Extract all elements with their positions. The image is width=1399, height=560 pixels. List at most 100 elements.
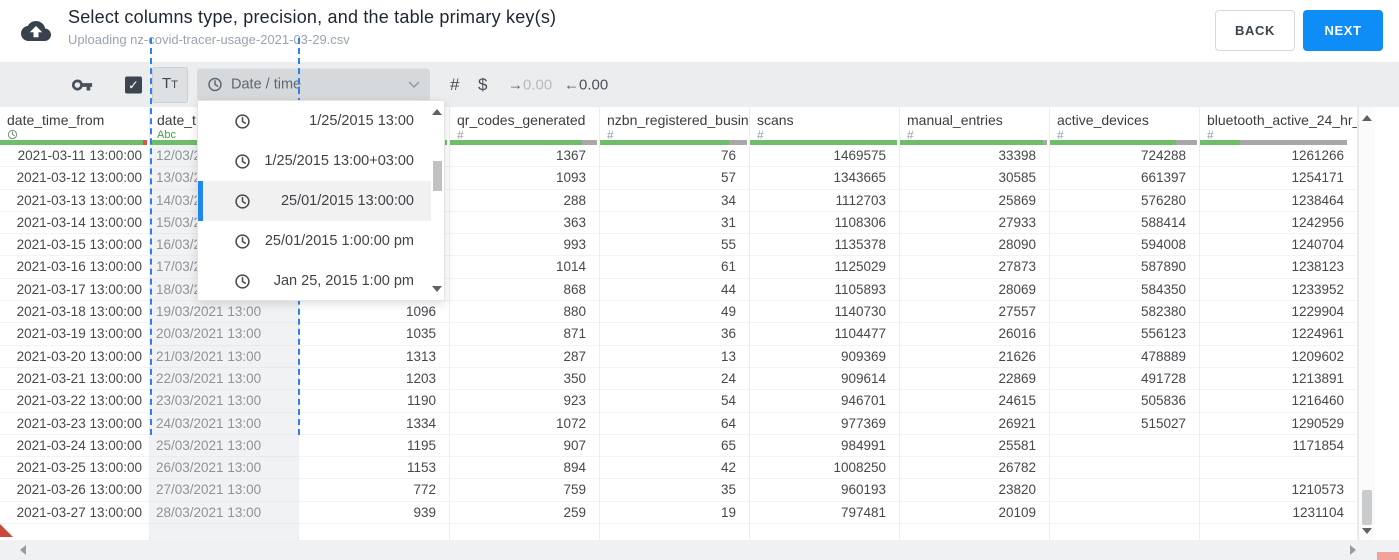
scroll-down-icon[interactable] — [1362, 528, 1372, 534]
table-cell: 27/03/2021 13:00 — [150, 479, 298, 502]
table-cell: 1229904 — [1200, 301, 1357, 324]
table-cell: 880 — [450, 301, 599, 324]
table-cell: 1238464 — [1200, 190, 1357, 212]
chevron-down-icon — [408, 81, 420, 89]
table-vertical-scrollbar[interactable] — [1358, 107, 1375, 540]
table-cell: 26016 — [900, 323, 1049, 346]
table-cell: 350 — [450, 368, 599, 391]
column-header[interactable]: bluetooth_active_24_hr_ # — [1200, 107, 1357, 142]
horizontal-scroll-thumb[interactable] — [1377, 552, 1399, 560]
dropdown-scroll-up-icon[interactable] — [432, 109, 442, 115]
vertical-scroll-thumb[interactable] — [1362, 490, 1372, 525]
include-column-checkbox[interactable]: ✓ — [125, 76, 142, 93]
text-format-button[interactable]: Tt — [152, 66, 188, 103]
column-cells: 1261266 1254171 1238464 1242956 1240704 12381… — [1200, 145, 1357, 540]
quality-bar-green — [1200, 140, 1240, 145]
scroll-up-icon[interactable] — [1362, 115, 1372, 121]
table-cell: 1190 — [299, 390, 449, 413]
next-button[interactable]: NEXT — [1303, 10, 1383, 51]
table-cell: 26/03/2021 13:00 — [150, 457, 298, 480]
number-type-button[interactable]: # — [450, 75, 459, 95]
table-cell: 28090 — [900, 234, 1049, 257]
table-cell: 984991 — [750, 435, 899, 458]
scroll-left-icon[interactable] — [20, 545, 26, 555]
column-header[interactable]: qr_codes_generated # — [450, 107, 599, 142]
column-header[interactable]: active_devices # — [1050, 107, 1199, 142]
primary-key-icon[interactable] — [71, 74, 93, 96]
column-name: date_time_from — [7, 112, 105, 128]
wizard-actions: BACK NEXT — [1215, 10, 1383, 51]
table-cell: 22/03/2021 13:00 — [150, 368, 298, 391]
column-type-select[interactable]: Date / time — [197, 68, 430, 101]
table-cell: 2021-03-22 13:00:00 — [0, 390, 149, 413]
date-format-option[interactable]: 25/01/2015 13:00:00 — [198, 181, 431, 221]
table-cell: 909369 — [750, 346, 899, 368]
table-cell: 28069 — [900, 279, 1049, 302]
table-cell: 724288 — [1050, 145, 1199, 168]
table-cell: 22869 — [900, 368, 1049, 391]
table-horizontal-scrollbar[interactable] — [0, 540, 1399, 560]
table-cell: 2021-03-16 13:00:00 — [0, 256, 149, 279]
column-header[interactable]: nzbn_registered_busine # — [600, 107, 749, 142]
column-name: bluetooth_active_24_hr_ — [1207, 112, 1357, 128]
table-cell: 2021-03-26 13:00:00 — [0, 479, 149, 502]
table-cell: 25869 — [900, 190, 1049, 212]
table-cell: 2021-03-20 13:00:00 — [0, 346, 149, 368]
table-cell: 556123 — [1050, 323, 1199, 346]
table-cell: 19/03/2021 13:00 — [150, 301, 298, 324]
increase-decimal-button[interactable]: →0.00 — [508, 76, 552, 93]
table-cell: 923 — [450, 390, 599, 413]
selected-column-left-edge[interactable] — [150, 38, 152, 435]
table-cell: 1035 — [299, 323, 449, 346]
title-block: Select columns type, precision, and the … — [68, 7, 556, 47]
decrease-decimal-button[interactable]: ←0.00 — [564, 76, 608, 93]
table-cell: 894 — [450, 457, 599, 480]
table-cell: 2021-03-21 13:00:00 — [0, 368, 149, 391]
column-name: active_devices — [1057, 112, 1149, 128]
column-date_time_from: date_time_from 2021-03-11 13:00:00 2021-0… — [0, 107, 150, 540]
column-cells: 1469575 1343665 1112703 1108306 1135378 11250… — [750, 145, 899, 540]
currency-type-button[interactable]: $ — [478, 75, 487, 95]
table-cell: 65 — [600, 435, 749, 458]
table-cell: 661397 — [1050, 167, 1199, 190]
date-format-option[interactable]: Jan 25, 2015 1:00 pm — [198, 261, 431, 301]
column-bluetooth_active_24_hr_: bluetooth_active_24_hr_ # 1261266 1254171… — [1200, 107, 1358, 540]
table-cell: 1233952 — [1200, 279, 1357, 302]
dropdown-scrollbar[interactable] — [431, 101, 444, 300]
scroll-right-icon[interactable] — [1350, 545, 1356, 555]
clock-icon — [235, 113, 250, 129]
table-cell: 1367 — [450, 145, 599, 168]
table-cell: 759 — [450, 479, 599, 502]
table-cell: 1238123 — [1200, 256, 1357, 279]
dropdown-scroll-thumb[interactable] — [433, 161, 442, 191]
column-name: manual_entries — [907, 112, 1003, 128]
table-cell: 24 — [600, 368, 749, 391]
table-cell: 1093 — [450, 167, 599, 190]
column-cells: 76 57 34 31 55 61 44 49 36 13 24 54 64 65 42 35 19 — [600, 145, 749, 540]
dropdown-scroll-down-icon[interactable] — [432, 286, 442, 292]
table-cell: 907 — [450, 435, 599, 458]
table-cell: 20/03/2021 13:00 — [150, 323, 298, 346]
back-button[interactable]: BACK — [1215, 10, 1295, 51]
table-cell: 34 — [600, 190, 749, 212]
table-cell: 25/03/2021 13:00 — [150, 435, 298, 458]
table-cell: 1343665 — [750, 167, 899, 190]
column-header[interactable]: scans # — [750, 107, 899, 142]
column-cells: 724288 661397 576280 588414 594008 587890 5843… — [1050, 145, 1199, 540]
table-cell: 2021-03-14 13:00:00 — [0, 212, 149, 235]
date-format-option[interactable]: 1/25/2015 13:00 — [198, 101, 431, 141]
column-header[interactable]: date_time_from — [0, 107, 149, 140]
quality-bar-green — [600, 140, 730, 145]
column-header[interactable]: manual_entries # — [900, 107, 1049, 142]
date-format-option[interactable]: 25/01/2015 1:00:00 pm — [198, 221, 431, 261]
table-cell: 27557 — [900, 301, 1049, 324]
date-format-option[interactable]: 1/25/2015 13:00+03:00 — [198, 141, 431, 181]
page-subtitle: Uploading nz-covid-tracer-usage-2021-03-… — [68, 32, 350, 47]
table-cell: 57 — [600, 167, 749, 190]
table-cell: 1334 — [299, 413, 449, 435]
table-cell: 1112703 — [750, 190, 899, 212]
right-arrow-icon: → — [508, 76, 523, 93]
table-cell: 515027 — [1050, 413, 1199, 435]
table-cell: 772 — [299, 479, 449, 502]
column-cells: 2021-03-11 13:00:00 2021-03-12 13:00:00 20… — [0, 145, 149, 540]
